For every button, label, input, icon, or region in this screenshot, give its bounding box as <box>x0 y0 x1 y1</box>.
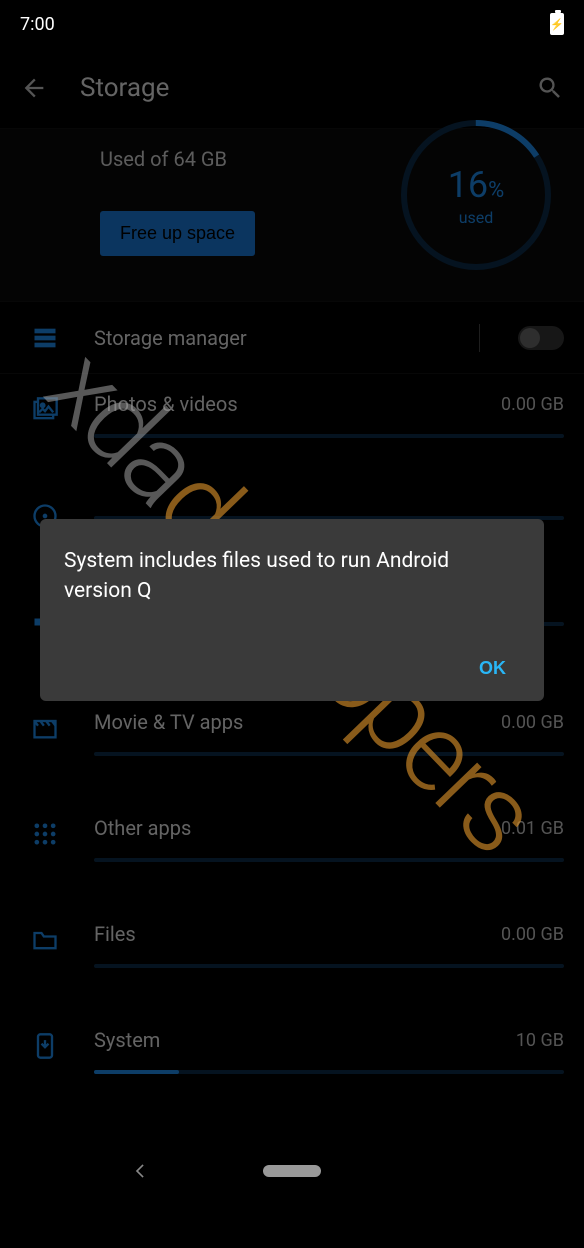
free-up-space-button[interactable]: Free up space <box>100 211 255 256</box>
category-row-movie[interactable]: Movie & TV apps 0.00 GB <box>0 692 584 798</box>
storage-manager-row[interactable]: Storage manager <box>0 302 584 374</box>
usage-used-label: used <box>459 208 494 227</box>
apps-icon <box>20 816 70 848</box>
category-value: 0.01 GB <box>501 818 564 839</box>
category-progress-bar <box>94 752 564 756</box>
category-value: 10 GB <box>516 1030 564 1051</box>
category-progress-bar <box>94 858 564 862</box>
dialog-message: System includes files used to run Androi… <box>64 547 520 606</box>
category-value: 0.00 GB <box>501 394 564 415</box>
category-label: Photos & videos <box>94 392 238 416</box>
category-label: System <box>94 1028 160 1052</box>
system-info-dialog: System includes files used to run Androi… <box>40 519 544 701</box>
vertical-divider <box>479 324 480 352</box>
system-icon <box>20 1028 70 1060</box>
nav-back-icon[interactable] <box>130 1161 150 1181</box>
category-label: Files <box>94 922 136 946</box>
category-row-system[interactable]: System 10 GB <box>0 1010 584 1116</box>
category-row-files[interactable]: Files 0.00 GB <box>0 904 584 1010</box>
storage-manager-toggle[interactable] <box>518 326 564 350</box>
search-icon[interactable] <box>536 74 564 102</box>
page-title: Storage <box>80 73 504 103</box>
nav-home-pill[interactable] <box>263 1165 321 1177</box>
category-progress-bar <box>94 1070 564 1074</box>
movie-icon <box>20 710 70 742</box>
status-time: 7:00 <box>20 14 55 35</box>
photos-icon <box>20 392 70 424</box>
category-label: Movie & TV apps <box>94 710 243 734</box>
category-row-photos[interactable]: Photos & videos 0.00 GB <box>0 374 584 480</box>
storage-manager-icon <box>20 324 70 352</box>
storage-manager-label: Storage manager <box>94 326 455 350</box>
usage-percent-value: 16 <box>448 164 488 206</box>
category-row-apps[interactable]: Other apps 0.01 GB <box>0 798 584 904</box>
files-icon <box>20 922 70 954</box>
status-bar: 7:00 ⚡ <box>0 0 584 48</box>
category-value: 0.00 GB <box>501 924 564 945</box>
usage-ring-chart: 16% used <box>396 115 556 275</box>
category-label: Other apps <box>94 816 191 840</box>
category-progress-bar <box>94 964 564 968</box>
battery-charging-icon: ⚡ <box>550 13 564 35</box>
storage-summary: Used of 64 GB Free up space 16% used <box>0 128 584 302</box>
category-value: 0.00 GB <box>501 712 564 733</box>
back-arrow-icon[interactable] <box>20 74 48 102</box>
navigation-bar <box>0 1142 584 1200</box>
category-progress-bar <box>94 434 564 438</box>
dialog-ok-button[interactable]: OK <box>465 648 520 689</box>
usage-percent-suffix: % <box>488 178 504 203</box>
